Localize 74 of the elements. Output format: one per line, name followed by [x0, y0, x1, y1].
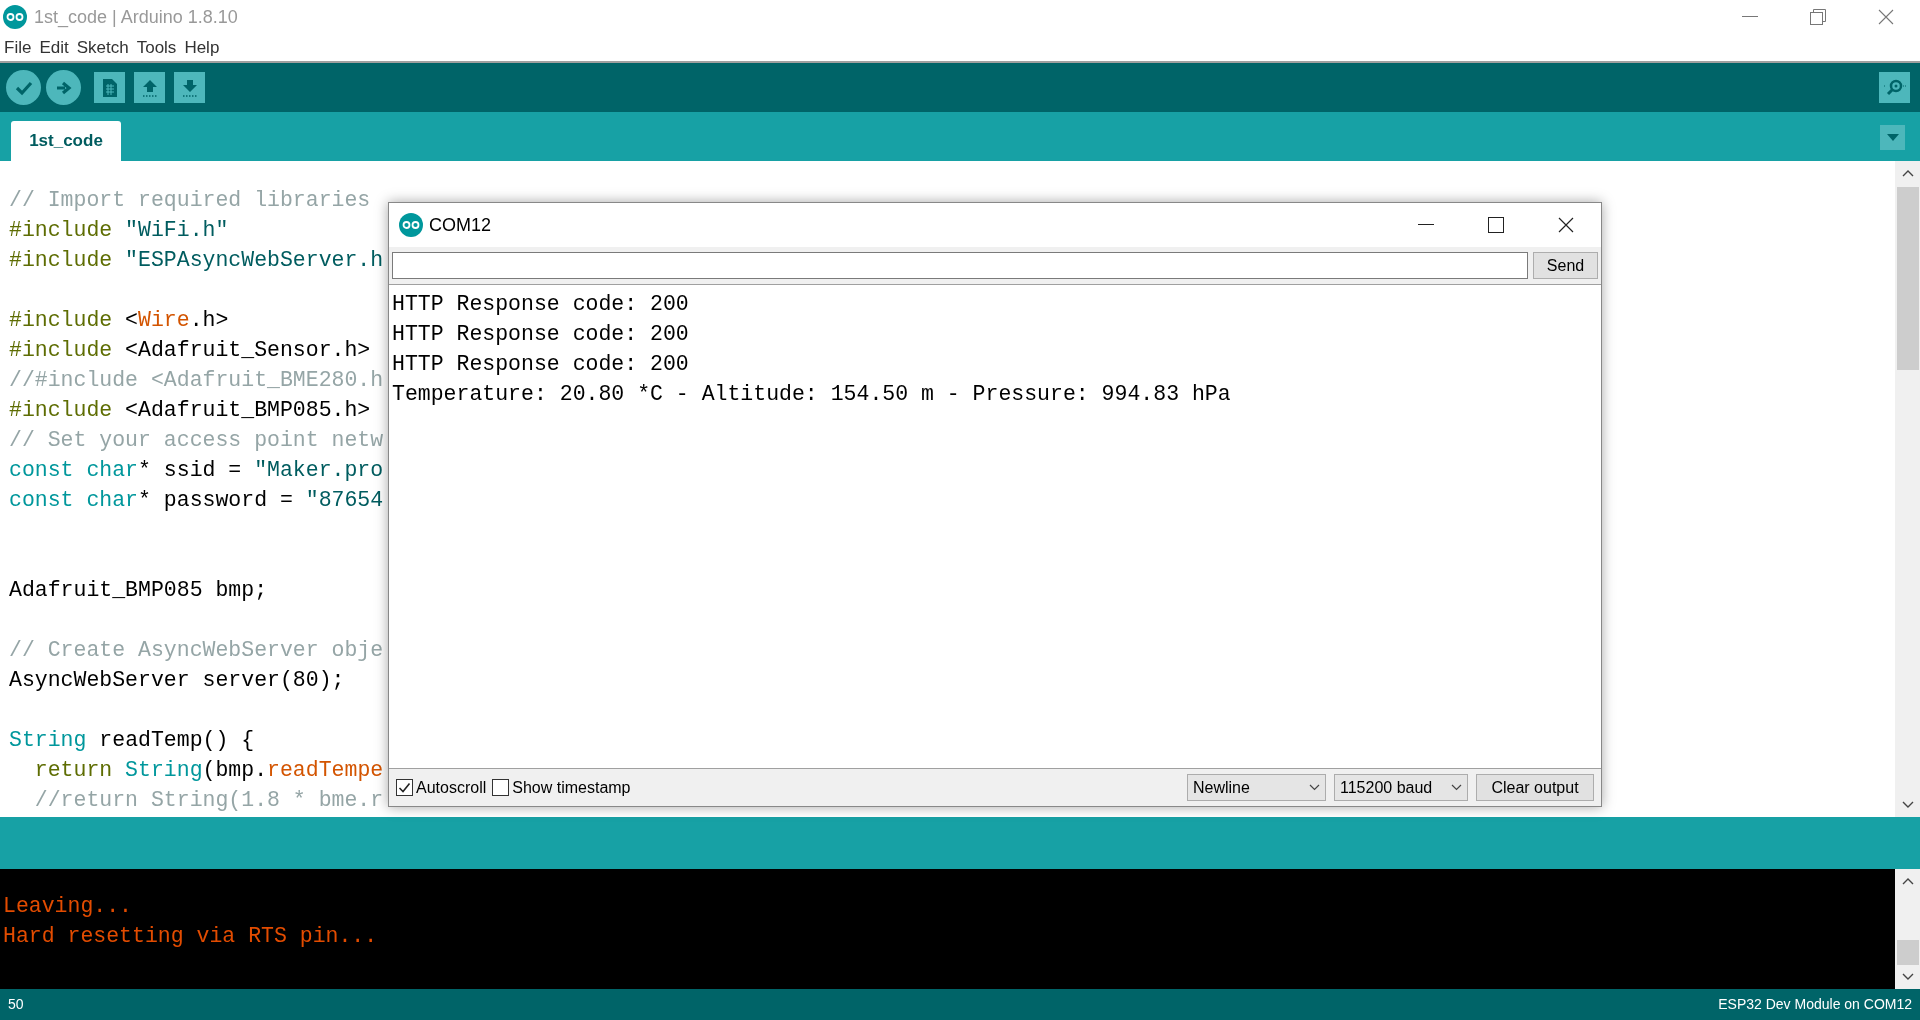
- new-sketch-button[interactable]: [94, 72, 125, 103]
- arrow-right-icon: [54, 79, 73, 96]
- console-line: Leaving...: [3, 893, 133, 920]
- code-line: const char* ssid = "Maker.pro: [9, 457, 384, 484]
- scroll-up-icon[interactable]: [1901, 877, 1914, 885]
- output-line: Temperature: 20.80 *C - Altitude: 154.50 m - Pressure: 994.83 hPa: [392, 381, 1231, 408]
- caret-icon: [1451, 784, 1462, 791]
- window-title: COM12: [429, 213, 491, 237]
- code-line: #include <Adafruit_BMP085.h>: [9, 397, 371, 424]
- code-line: Adafruit_BMP085 bmp;: [9, 577, 268, 604]
- open-button[interactable]: [134, 72, 165, 103]
- tab-menu-button[interactable]: [1880, 125, 1905, 150]
- restore-icon: [1810, 9, 1826, 25]
- upload-button[interactable]: [46, 70, 81, 105]
- menu-item[interactable]: File: [4, 34, 32, 61]
- clear-output-button[interactable]: Clear output: [1476, 774, 1594, 801]
- menu-item[interactable]: Sketch: [76, 34, 129, 61]
- code-line: #include "ESPAsyncWebServer.h: [9, 247, 384, 274]
- output-line: HTTP Response code: 200: [392, 351, 689, 378]
- maximize-icon: [1488, 217, 1504, 233]
- verify-button[interactable]: [6, 70, 41, 105]
- document-icon: [101, 77, 118, 98]
- code-line: // Set your access point netw: [9, 427, 384, 454]
- caret-icon: [1309, 784, 1320, 791]
- scrollbar-thumb[interactable]: [1896, 187, 1919, 370]
- line-number-status: 50: [8, 995, 24, 1014]
- app-logo-icon: [3, 5, 27, 29]
- scrollbar-thumb[interactable]: [1896, 940, 1919, 965]
- code-line: return String(bmp.readTempe: [33, 757, 384, 784]
- code-line: //return String(1.8 * bme.r: [33, 787, 384, 814]
- output-line: HTTP Response code: 200: [392, 291, 689, 318]
- scroll-down-icon[interactable]: [1901, 801, 1914, 809]
- close-icon: [1878, 9, 1894, 25]
- window-title: 1st_code | Arduino 1.8.10: [34, 5, 238, 30]
- code-line: #include <Adafruit_Sensor.h>: [9, 337, 371, 364]
- autoscroll-checkbox[interactable]: [396, 779, 413, 796]
- baud-rate-dropdown[interactable]: 115200 baud: [1334, 774, 1468, 801]
- file-tab[interactable]: 1st_code: [11, 121, 121, 161]
- scrollbar[interactable]: [1895, 869, 1920, 989]
- magnifier-icon: [1882, 77, 1907, 98]
- console-line: Hard resetting via RTS pin...: [3, 923, 378, 950]
- code-line: #include <Wire.h>: [9, 307, 229, 334]
- code-line: AsyncWebServer server(80);: [9, 667, 345, 694]
- menu-item[interactable]: Help: [184, 34, 220, 61]
- triangle-down-icon: [1886, 134, 1899, 141]
- menu-item[interactable]: Tools: [136, 34, 177, 61]
- message-input-field[interactable]: [392, 252, 1528, 279]
- save-button[interactable]: [174, 72, 205, 103]
- scroll-down-icon[interactable]: [1901, 973, 1914, 981]
- checkmark-icon: [398, 781, 411, 794]
- check-icon: [14, 79, 33, 96]
- scrollbar[interactable]: [1895, 161, 1920, 817]
- code-line: // Create AsyncWebServer obje: [9, 637, 384, 664]
- code-line: // Import required libraries: [9, 187, 371, 214]
- code-line: const char* password = "87654: [9, 487, 384, 514]
- minimize-icon: [1742, 16, 1758, 18]
- close-icon: [1558, 217, 1574, 233]
- minimize-icon: [1418, 224, 1434, 226]
- code-line: String readTemp() {: [9, 727, 255, 754]
- code-line: //#include <Adafruit_BME280.h: [9, 367, 384, 394]
- menu-item[interactable]: Edit: [39, 34, 69, 61]
- code-line: #include "WiFi.h": [9, 217, 229, 244]
- arrow-down-icon: [180, 77, 199, 98]
- scroll-up-icon[interactable]: [1901, 169, 1914, 177]
- output-line: HTTP Response code: 200: [392, 321, 689, 348]
- send-button[interactable]: Send: [1533, 252, 1598, 279]
- serial-monitor-button[interactable]: [1879, 72, 1910, 103]
- timestamp-checkbox[interactable]: [492, 779, 510, 796]
- board-status: ESP32 Dev Module on COM12: [1718, 995, 1912, 1014]
- app-logo-icon: [399, 213, 423, 237]
- checkbox-label: Show timestamp: [512, 777, 631, 798]
- line-ending-dropdown[interactable]: Newline: [1187, 774, 1326, 801]
- arrow-up-icon: [140, 77, 159, 98]
- checkbox-label: Autoscroll: [416, 777, 487, 798]
